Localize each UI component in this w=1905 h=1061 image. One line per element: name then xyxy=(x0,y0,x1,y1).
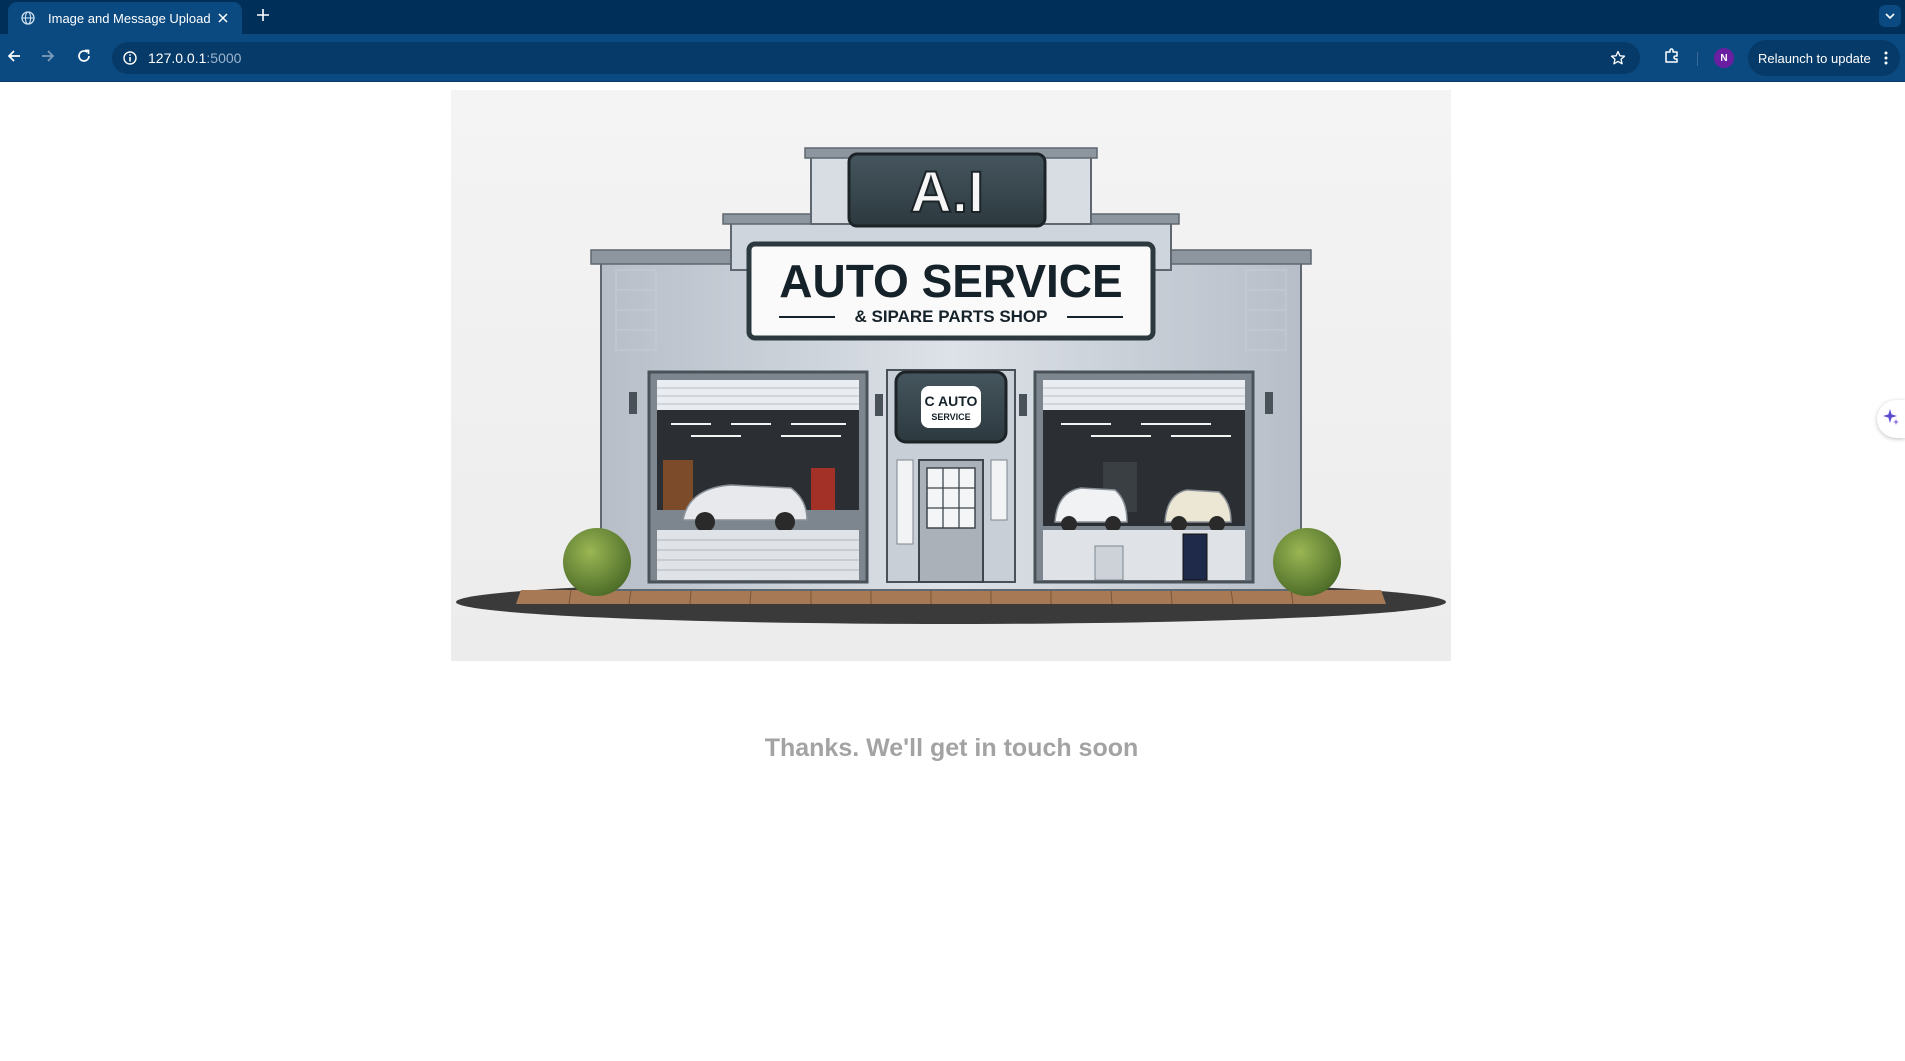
sparkle-icon xyxy=(1882,408,1900,431)
relaunch-to-update-button[interactable]: Relaunch to update xyxy=(1748,40,1900,76)
plus-icon xyxy=(257,8,269,26)
address-bar[interactable]: 127.0.0.1:5000 xyxy=(112,42,1640,74)
side-panel-button[interactable] xyxy=(1877,400,1905,438)
arrow-left-icon xyxy=(7,49,21,68)
close-icon[interactable] xyxy=(214,9,232,27)
arrow-right-icon xyxy=(41,49,55,68)
url-port: :5000 xyxy=(206,50,242,66)
extensions-button[interactable] xyxy=(1660,46,1684,70)
globe-icon xyxy=(20,10,36,26)
tab-search-button[interactable] xyxy=(1879,5,1901,27)
url-host: 127.0.0.1 xyxy=(148,50,207,66)
relaunch-label: Relaunch to update xyxy=(1758,50,1871,66)
sign-main-text: AUTO SERVICE xyxy=(779,255,1122,307)
star-icon[interactable] xyxy=(1608,48,1628,68)
puzzle-icon xyxy=(1663,47,1681,70)
toolbar-divider xyxy=(1697,52,1698,66)
forward-button[interactable] xyxy=(36,46,60,70)
auto-service-storefront-image: A.I AUTO SERVICE & SIPARE PARTS SHOP C A… xyxy=(451,90,1451,661)
url-text: 127.0.0.1:5000 xyxy=(148,50,241,66)
page-viewport: A.I AUTO SERVICE & SIPARE PARTS SHOP C A… xyxy=(0,82,1905,1061)
tab-title: Image and Message Upload xyxy=(48,10,211,26)
info-icon[interactable] xyxy=(120,48,140,68)
browser-tab[interactable]: Image and Message Upload xyxy=(8,2,242,34)
tab-strip: Image and Message Upload xyxy=(0,0,1905,34)
reload-button[interactable] xyxy=(72,46,96,70)
confirmation-message: Thanks. We'll get in touch soon xyxy=(764,734,1139,762)
profile-avatar[interactable]: N xyxy=(1714,48,1734,68)
chevron-down-icon xyxy=(1885,7,1895,25)
sign-sub-text: & SIPARE PARTS SHOP xyxy=(854,307,1047,326)
badge-line2-text: SERVICE xyxy=(931,412,970,422)
kebab-menu-icon[interactable] xyxy=(1878,48,1894,68)
sign-top-text: A.I xyxy=(910,160,984,225)
reload-icon xyxy=(77,49,91,68)
new-tab-button[interactable] xyxy=(252,6,274,28)
back-button[interactable] xyxy=(2,46,26,70)
badge-line1-text: C AUTO xyxy=(925,393,978,409)
browser-toolbar: 127.0.0.1:5000 N Relaunch to update xyxy=(0,34,1905,82)
